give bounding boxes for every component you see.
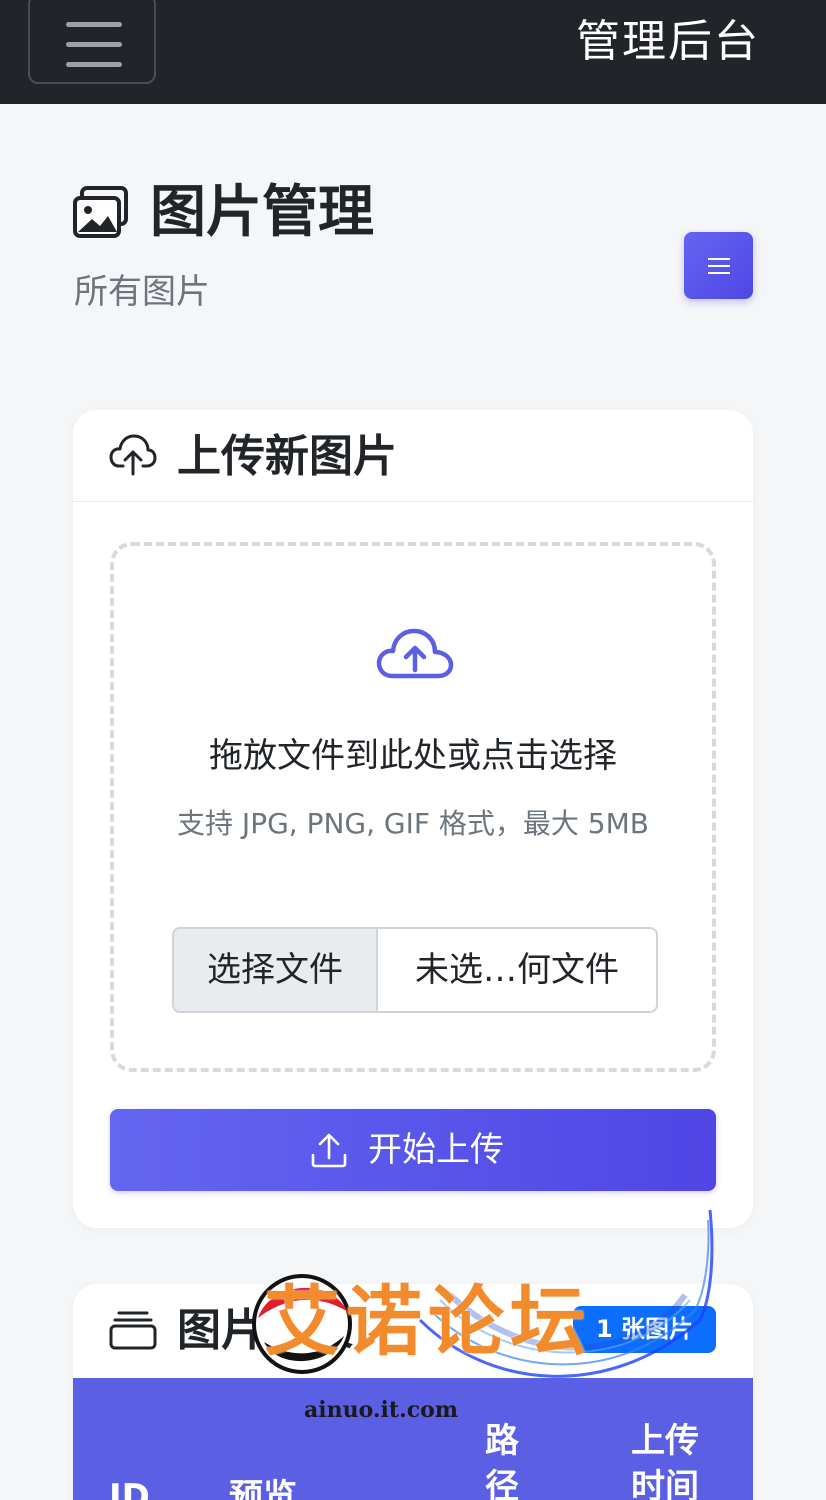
page-title: 图片管理 [150,180,374,245]
upload-card-header: 上传新图片 [73,410,753,502]
stack-icon [109,1311,157,1350]
cloud-upload-icon [109,434,157,476]
file-status-text: 未选…何文件 [415,950,619,990]
choose-file-button[interactable]: 选择文件 [174,929,378,1011]
top-navbar: 管理后台 [0,0,826,104]
list-icon [708,258,730,260]
nav-toggle-button[interactable] [28,0,156,84]
hamburger-icon-bar [66,62,122,67]
hamburger-icon-bar [66,42,122,47]
file-dropzone[interactable]: 拖放文件到此处或点击选择 支持 JPG, PNG, GIF 格式，最大 5MB … [110,542,716,1072]
cloud-upload-icon [376,628,454,679]
upload-card-title: 上传新图片 [177,431,397,482]
start-upload-button[interactable]: 开始上传 [110,1109,716,1191]
upload-card: 上传新图片 拖放文件到此处或点击选择 支持 JPG, PNG, GIF 格式，最… [73,410,753,1228]
page-subtitle: 所有图片 [74,272,210,312]
hamburger-icon [66,22,122,27]
list-icon-bar [708,265,730,267]
start-upload-label: 开始上传 [368,1131,504,1169]
column-header-path[interactable]: 路径 [485,1418,525,1500]
list-icon-bar [708,272,730,274]
upload-icon [311,1133,347,1168]
dropzone-title: 拖放文件到此处或点击选择 [209,736,617,776]
column-header-preview[interactable]: 预览 [229,1474,297,1500]
watermark: 艾诺论坛 ainuo.it.com [250,1200,720,1430]
column-header-id[interactable]: ID [109,1474,150,1500]
file-input[interactable]: 选择文件 未选…何文件 [172,927,658,1013]
list-menu-button[interactable] [684,232,753,299]
watermark-text: 艾诺论坛 [264,1277,592,1366]
watermark-url: ainuo.it.com [304,1397,459,1423]
brand-title[interactable]: 管理后台 [576,12,760,72]
dropzone-hint: 支持 JPG, PNG, GIF 格式，最大 5MB [177,807,649,840]
column-header-upload-time[interactable]: 上传时间 [631,1418,711,1500]
images-icon [73,186,128,238]
